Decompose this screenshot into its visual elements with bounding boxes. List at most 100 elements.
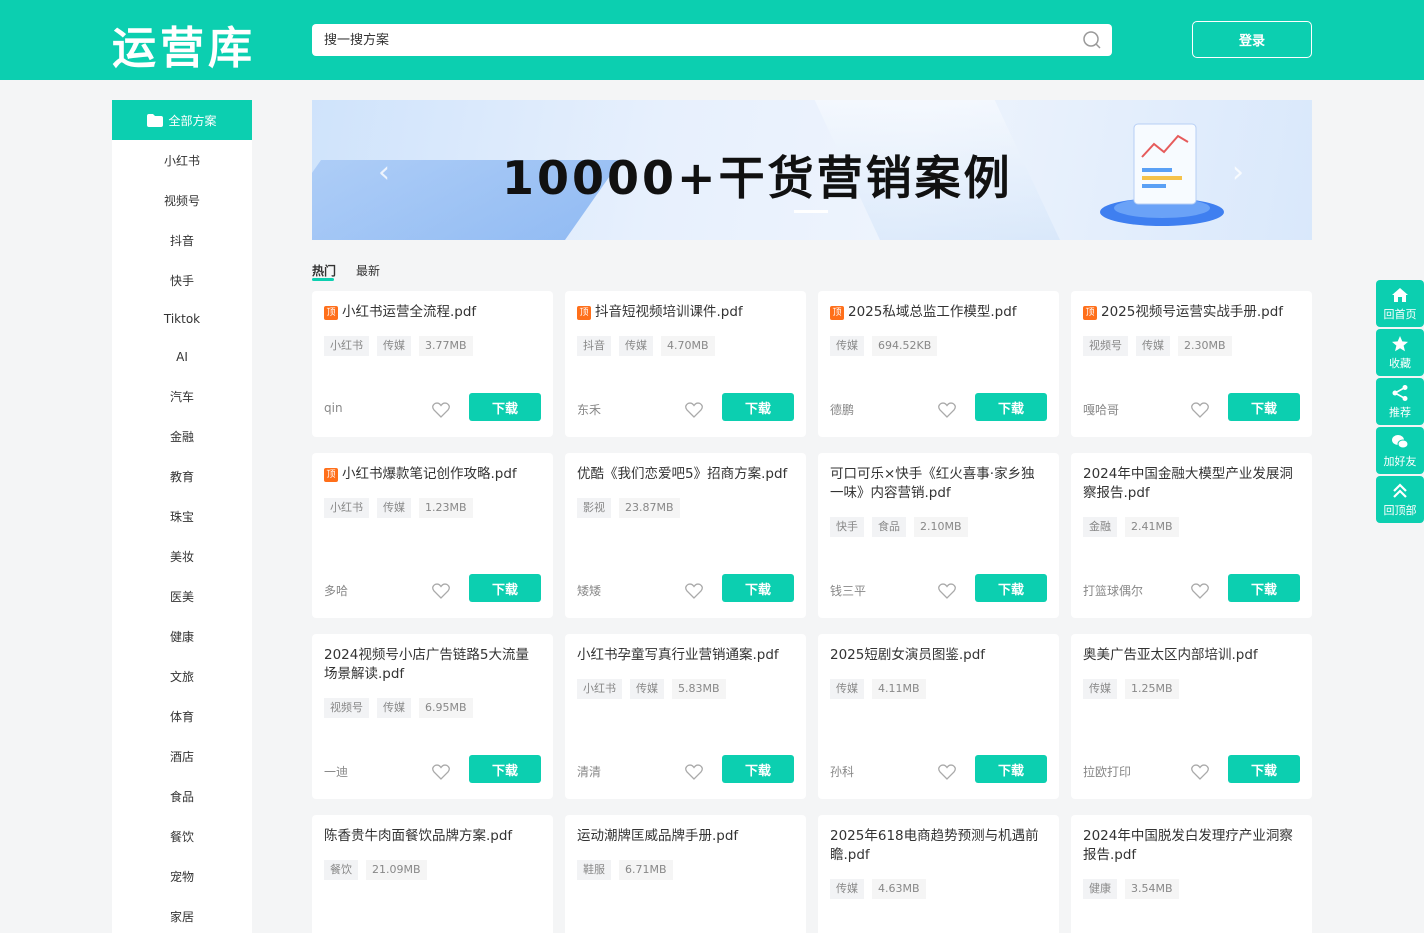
category-tag[interactable]: 传媒: [830, 879, 864, 899]
category-tag[interactable]: 传媒: [1083, 679, 1117, 699]
favorite-icon[interactable]: [938, 402, 956, 418]
document-card[interactable]: 顶 2025视频号运营实战手册.pdf 视频号 传媒 2.30MB 嘎哈哥 下载: [1071, 291, 1312, 437]
favorite-icon[interactable]: [685, 583, 703, 599]
login-button[interactable]: 登录: [1192, 21, 1312, 58]
float-button-wechat[interactable]: 加好友: [1376, 427, 1424, 474]
document-title[interactable]: 奥美广告亚太区内部培训.pdf: [1083, 646, 1300, 665]
category-tag[interactable]: 传媒: [619, 336, 653, 356]
site-logo[interactable]: 运营库: [112, 12, 256, 76]
document-card[interactable]: 顶小红书爆款笔记创作攻略.pdf 小红书 传媒 1.23MB 多哈 下载: [312, 453, 553, 618]
favorite-icon[interactable]: [432, 402, 450, 418]
download-button[interactable]: 下载: [722, 755, 794, 783]
favorite-icon[interactable]: [1191, 764, 1209, 780]
document-card[interactable]: 2024视频号小店广告链路5大流量场景解读.pdf 视频号 传媒 6.95MB 一迪 下载: [312, 634, 553, 799]
document-title[interactable]: 2024视频号小店广告链路5大流量场景解读.pdf: [324, 646, 541, 684]
document-card[interactable]: 2024年中国脱发白发理疗产业洞察报告.pdf 健康 3.54MB: [1071, 815, 1312, 933]
category-tag[interactable]: 抖音: [577, 336, 611, 356]
category-tag[interactable]: 视频号: [324, 698, 369, 718]
sidebar-item[interactable]: 小红书: [112, 140, 252, 180]
sidebar-item[interactable]: 家居: [112, 896, 252, 933]
tab-latest[interactable]: 最新: [356, 262, 380, 279]
banner-prev-icon[interactable]: ‹: [378, 155, 390, 190]
banner-next-icon[interactable]: ›: [1232, 155, 1244, 190]
document-card[interactable]: 2024年中国金融大模型产业发展洞察报告.pdf 金融 2.41MB 打篮球偶尔 下载: [1071, 453, 1312, 618]
banner-indicator[interactable]: [794, 210, 828, 213]
favorite-icon[interactable]: [938, 764, 956, 780]
category-tag[interactable]: 小红书: [577, 679, 622, 699]
sidebar-item[interactable]: 文旅: [112, 656, 252, 696]
favorite-icon[interactable]: [432, 583, 450, 599]
category-tag[interactable]: 食品: [872, 517, 906, 537]
document-title[interactable]: 2024年中国脱发白发理疗产业洞察报告.pdf: [1083, 827, 1300, 865]
document-card[interactable]: 顶 2025私域总监工作模型.pdf 传媒 694.52KB 德鹏 下载: [818, 291, 1059, 437]
document-card[interactable]: 优酷《我们恋爱吧5》招商方案.pdf 影视 23.87MB 矮矮 下载: [565, 453, 806, 618]
sidebar-item[interactable]: 餐饮: [112, 816, 252, 856]
document-title[interactable]: 2025短剧女演员图鉴.pdf: [830, 646, 1047, 665]
sidebar-item[interactable]: 医美: [112, 576, 252, 616]
category-tag[interactable]: 传媒: [377, 498, 411, 518]
favorite-icon[interactable]: [685, 764, 703, 780]
category-tag[interactable]: 传媒: [630, 679, 664, 699]
float-button-arrow-up[interactable]: 回顶部: [1376, 476, 1424, 523]
download-button[interactable]: 下载: [469, 574, 541, 602]
document-title[interactable]: 可口可乐×快手《红火喜事·家乡独一味》内容营销.pdf: [830, 465, 1047, 503]
download-button[interactable]: 下载: [469, 393, 541, 421]
float-button-home[interactable]: 回首页: [1376, 280, 1424, 327]
document-title[interactable]: 顶小红书爆款笔记创作攻略.pdf: [324, 465, 541, 484]
sidebar-item[interactable]: 健康: [112, 616, 252, 656]
category-tag[interactable]: 传媒: [377, 698, 411, 718]
document-card[interactable]: 顶抖音短视频培训课件.pdf 抖音 传媒 4.70MB 东禾 下载: [565, 291, 806, 437]
category-tag[interactable]: 影视: [577, 498, 611, 518]
document-card[interactable]: 2025短剧女演员图鉴.pdf 传媒 4.11MB 孙科 下载: [818, 634, 1059, 799]
category-tag[interactable]: 小红书: [324, 498, 369, 518]
sidebar-item[interactable]: AI: [112, 338, 252, 376]
document-card[interactable]: 陈香贵牛肉面餐饮品牌方案.pdf 餐饮 21.09MB: [312, 815, 553, 933]
download-button[interactable]: 下载: [975, 574, 1047, 602]
download-button[interactable]: 下载: [975, 393, 1047, 421]
sidebar-item[interactable]: 体育: [112, 696, 252, 736]
document-card[interactable]: 顶小红书运营全流程.pdf 小红书 传媒 3.77MB qin 下载: [312, 291, 553, 437]
document-card[interactable]: 运动潮牌匡威品牌手册.pdf 鞋服 6.71MB: [565, 815, 806, 933]
document-card[interactable]: 2025年618电商趋势预测与机遇前瞻.pdf 传媒 4.63MB: [818, 815, 1059, 933]
document-title[interactable]: 顶 2025私域总监工作模型.pdf: [830, 303, 1047, 322]
favorite-icon[interactable]: [1191, 402, 1209, 418]
sidebar-item[interactable]: 教育: [112, 456, 252, 496]
document-title[interactable]: 2024年中国金融大模型产业发展洞察报告.pdf: [1083, 465, 1300, 503]
document-title[interactable]: 优酷《我们恋爱吧5》招商方案.pdf: [577, 465, 794, 484]
favorite-icon[interactable]: [938, 583, 956, 599]
favorite-icon[interactable]: [1191, 583, 1209, 599]
sidebar-item[interactable]: Tiktok: [112, 300, 252, 338]
document-title[interactable]: 陈香贵牛肉面餐饮品牌方案.pdf: [324, 827, 541, 846]
document-title[interactable]: 2025年618电商趋势预测与机遇前瞻.pdf: [830, 827, 1047, 865]
document-title[interactable]: 小红书孕童写真行业营销通案.pdf: [577, 646, 794, 665]
sidebar-item-all[interactable]: 全部方案: [112, 100, 252, 140]
sidebar-item[interactable]: 快手: [112, 260, 252, 300]
float-button-star[interactable]: 收藏: [1376, 329, 1424, 376]
document-title[interactable]: 顶 2025视频号运营实战手册.pdf: [1083, 303, 1300, 322]
download-button[interactable]: 下载: [469, 755, 541, 783]
category-tag[interactable]: 小红书: [324, 336, 369, 356]
category-tag[interactable]: 金融: [1083, 517, 1117, 537]
category-tag[interactable]: 传媒: [1136, 336, 1170, 356]
sidebar-item[interactable]: 视频号: [112, 180, 252, 220]
sidebar-item[interactable]: 抖音: [112, 220, 252, 260]
category-tag[interactable]: 传媒: [830, 679, 864, 699]
sidebar-item[interactable]: 金融: [112, 416, 252, 456]
float-button-share[interactable]: 推荐: [1376, 378, 1424, 425]
category-tag[interactable]: 快手: [830, 517, 864, 537]
sidebar-item[interactable]: 珠宝: [112, 496, 252, 536]
favorite-icon[interactable]: [685, 402, 703, 418]
sidebar-item[interactable]: 食品: [112, 776, 252, 816]
category-tag[interactable]: 传媒: [830, 336, 864, 356]
document-title[interactable]: 顶抖音短视频培训课件.pdf: [577, 303, 794, 322]
document-card[interactable]: 小红书孕童写真行业营销通案.pdf 小红书 传媒 5.83MB 清清 下载: [565, 634, 806, 799]
download-button[interactable]: 下载: [1228, 755, 1300, 783]
document-title[interactable]: 运动潮牌匡威品牌手册.pdf: [577, 827, 794, 846]
hero-banner[interactable]: ‹ 10000+干货营销案例 ›: [312, 100, 1312, 240]
tab-hot[interactable]: 热门: [312, 262, 336, 281]
search-input[interactable]: [312, 24, 1052, 56]
search-icon[interactable]: [1082, 30, 1102, 50]
sidebar-item[interactable]: 宠物: [112, 856, 252, 896]
download-button[interactable]: 下载: [722, 574, 794, 602]
favorite-icon[interactable]: [432, 764, 450, 780]
